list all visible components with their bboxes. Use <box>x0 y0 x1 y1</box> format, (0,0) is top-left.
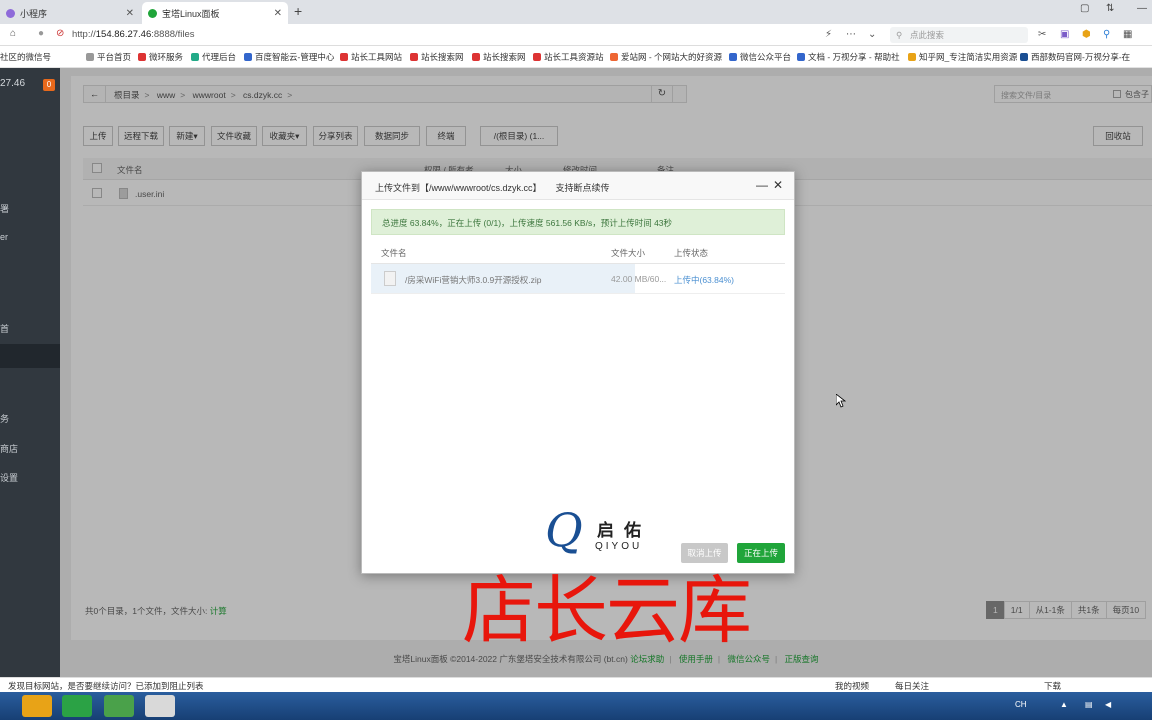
tab-favicon-icon <box>6 8 15 18</box>
browser-search-input[interactable]: ⚲ 点此搜索 <box>890 27 1028 43</box>
window-restore-icon[interactable]: ⇅ <box>1106 3 1114 14</box>
network-icon[interactable]: ▤ <box>1085 700 1093 709</box>
close-icon[interactable]: ✕ <box>274 8 282 19</box>
column-header: 上传状态 <box>674 248 709 258</box>
tab-miniprogram[interactable]: 小程序 ✕ <box>0 2 140 24</box>
column-header: 文件大小 <box>611 248 646 258</box>
wechat-icon[interactable] <box>62 695 92 717</box>
sidebar-item[interactable]: 首 <box>0 322 60 335</box>
close-icon[interactable]: ✕ <box>126 8 134 19</box>
os-taskbar: CH ▲ ▤ ◀ <box>0 692 1152 720</box>
panel-sidebar: 27.46 0 署 er 首 务 商店 设置 <box>0 68 60 677</box>
bookmark-item[interactable]: 代理后台 <box>191 51 236 63</box>
tray-arrow-icon[interactable]: ▲ <box>1060 700 1068 709</box>
bookmark-item[interactable]: 站长搜索网 <box>410 51 464 63</box>
bookmark-item[interactable]: 站长搜索网 <box>472 51 526 63</box>
cancel-upload-button[interactable]: 取消上传 <box>681 543 728 563</box>
minimize-icon[interactable]: — <box>756 178 768 192</box>
bookmark-item[interactable]: 站长工具资源站 <box>533 51 604 63</box>
dialog-header: 上传文件到【/www/wwwroot/cs.dzyk.cc】 支持断点续传 — ✕ <box>362 172 794 200</box>
upload-file-name: /房采WiFi营销大师3.0.9开源授权.zip <box>405 275 542 285</box>
extension-icon[interactable]: ▣ <box>1060 29 1069 40</box>
bookmark-item[interactable]: 平台首页 <box>86 51 131 63</box>
qiyou-logo: Q 启佑 QIYOU <box>545 503 651 557</box>
sidebar-item[interactable]: 设置 <box>0 471 60 484</box>
upload-dialog: 上传文件到【/www/wwwroot/cs.dzyk.cc】 支持断点续传 — ✕… <box>361 171 795 574</box>
dialog-title: 上传文件到【/www/wwwroot/cs.dzyk.cc】 支持断点续传 <box>375 183 610 193</box>
bookmarks-bar: 社区的微信号 平台首页 微环服务 代理后台 百度智能云-管理中心 站长工具网站 … <box>0 46 1152 68</box>
site-info-icon[interactable]: ● <box>38 28 44 39</box>
chevron-down-icon[interactable]: ⌄ <box>868 29 876 40</box>
home-icon[interactable]: ⌂ <box>10 28 16 39</box>
watermark-text: 店长云库 <box>462 568 752 654</box>
more-icon[interactable]: ⋯ <box>846 29 856 40</box>
browser-status-bar: 发现目标网站，是否要继续访问？已添加到阻止列表 我的视频 每日关注 下载 <box>0 677 1152 692</box>
upload-file-size: 42.00 MB/60... <box>611 274 667 284</box>
bookmark-item[interactable]: 百度智能云-管理中心 <box>244 51 334 63</box>
tab-bt-panel[interactable]: 宝塔Linux面板 ✕ <box>142 2 288 24</box>
lightning-icon[interactable]: ⚡ <box>825 29 832 40</box>
status-message: 发现目标网站，是否要继续访问？已添加到阻止列表 <box>8 681 204 691</box>
url-field[interactable]: http://154.86.27.46:8888/files <box>72 29 195 40</box>
sidebar-item[interactable]: 署 <box>0 202 60 215</box>
bookmark-item[interactable]: 知乎网_专注简洁实用资源 <box>908 51 1017 63</box>
media-player-icon[interactable] <box>22 695 52 717</box>
zoom-icon[interactable]: ⚲ <box>1103 29 1110 40</box>
close-icon[interactable]: ✕ <box>773 178 783 192</box>
daily-news-button[interactable]: 每日关注 <box>895 680 929 692</box>
my-video-button[interactable]: 我的视频 <box>835 680 869 692</box>
sidebar-item[interactable]: er <box>0 232 60 242</box>
bookmark-item[interactable]: 爱站网 - 个网站大的好资源 <box>610 51 722 63</box>
sidebar-active-highlight <box>0 344 60 368</box>
shield-icon[interactable]: ⬢ <box>1082 29 1091 40</box>
input-method[interactable]: CH <box>1015 700 1027 709</box>
insecure-icon[interactable]: ⊘ <box>56 28 64 39</box>
bookmark-item[interactable]: 文档 - 万视分享 - 帮助社 <box>797 51 900 63</box>
scissors-icon[interactable]: ✂ <box>1038 29 1046 40</box>
bookmark-item[interactable]: 西部数码官网-万视分享-在 <box>1020 51 1130 63</box>
browser-360-icon[interactable] <box>104 695 134 717</box>
apps-grid-icon[interactable]: ▦ <box>1123 29 1132 40</box>
address-bar: ⌂ ● ⊘ http://154.86.27.46:8888/files ⚡ ⋯… <box>0 24 1152 46</box>
logo-q-icon: Q <box>545 503 583 557</box>
bookmark-item[interactable]: 站长工具网站 <box>340 51 402 63</box>
browser-tabstrip: 小程序 ✕ 宝塔Linux面板 ✕ + ▢ ⇅ — <box>0 0 1152 24</box>
column-header: 文件名 <box>381 248 407 258</box>
notification-badge[interactable]: 0 <box>43 79 55 91</box>
new-tab-icon[interactable]: + <box>294 3 302 19</box>
tab-favicon-icon <box>148 8 157 18</box>
sidebar-item[interactable]: 商店 <box>0 442 60 455</box>
upload-table-header: 文件名 文件大小 上传状态 <box>371 242 785 264</box>
explorer-icon[interactable] <box>145 695 175 717</box>
sidebar-item[interactable]: 务 <box>0 412 60 425</box>
window-minimize-icon[interactable]: — <box>1137 3 1147 14</box>
bookmark-item[interactable]: 微环服务 <box>138 51 183 63</box>
bookmark-item[interactable]: 微信公众平台 <box>729 51 791 63</box>
bookmark-item[interactable]: 社区的微信号 <box>0 51 51 63</box>
file-icon <box>384 271 396 286</box>
upload-progress-banner: 总进度 63.84%，正在上传 (0/1)，上传速度 561.56 KB/s，预… <box>371 209 785 235</box>
volume-icon[interactable]: ◀ <box>1105 700 1111 709</box>
upload-row: /房采WiFi营销大师3.0.9开源授权.zip 42.00 MB/60... … <box>371 264 785 294</box>
tab-title: 宝塔Linux面板 <box>162 8 220 19</box>
tab-title: 小程序 <box>20 8 48 19</box>
start-upload-button[interactable]: 正在上传 <box>737 543 785 563</box>
window-menu-icon[interactable]: ▢ <box>1080 3 1089 14</box>
server-ip: 27.46 <box>0 78 26 89</box>
upload-status: 上传中(63.84%) <box>674 275 734 285</box>
search-icon: ⚲ <box>896 30 903 40</box>
download-button[interactable]: 下载 <box>1044 680 1061 692</box>
mouse-cursor-icon <box>836 394 846 408</box>
